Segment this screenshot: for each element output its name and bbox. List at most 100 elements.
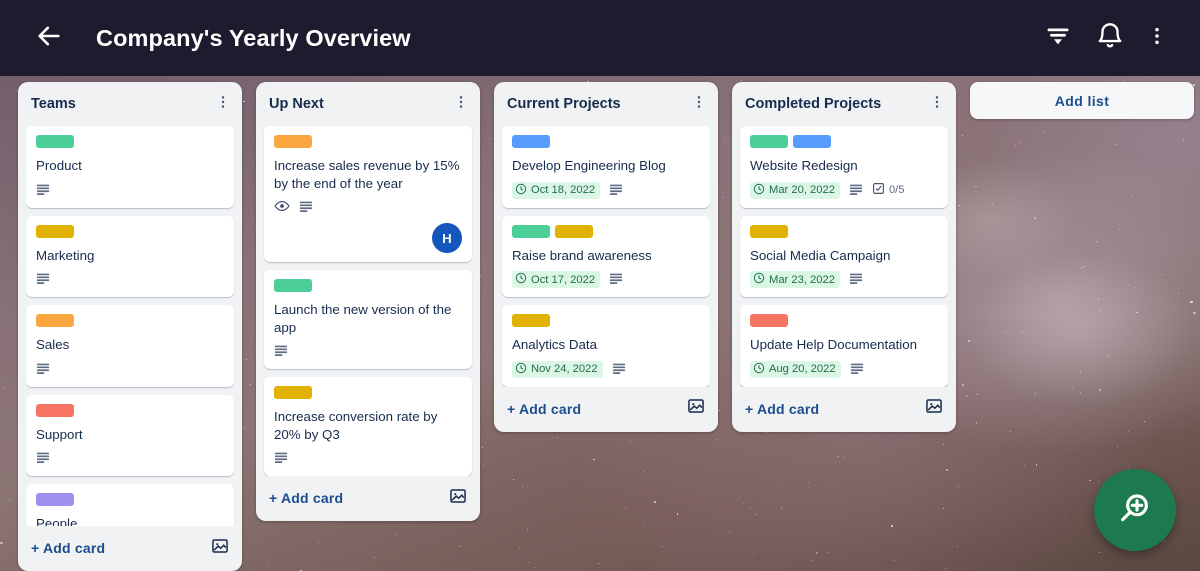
label-chip[interactable]: [36, 403, 74, 417]
card[interactable]: Support: [26, 394, 234, 476]
label-chip[interactable]: [555, 224, 593, 238]
description-icon: [850, 361, 864, 378]
label-chip[interactable]: [512, 135, 550, 148]
list-menu-button[interactable]: [688, 93, 710, 115]
card-badges: Mar 20, 2022 0/5: [750, 181, 938, 199]
card-badges: [36, 182, 224, 199]
label-chip[interactable]: [36, 135, 74, 148]
attach-image-button[interactable]: [924, 399, 944, 419]
list-header: Teams: [18, 82, 242, 126]
description-badge: [609, 271, 623, 288]
description-icon: [274, 450, 288, 467]
description-icon: [609, 271, 623, 288]
list-menu-button[interactable]: [926, 93, 948, 115]
card[interactable]: Analytics Data Nov 24, 2022: [502, 305, 710, 387]
card-labels: [512, 135, 700, 148]
checklist-badge: 0/5: [872, 182, 905, 198]
list-title: Completed Projects: [745, 96, 882, 112]
card-members: H: [274, 223, 462, 253]
card[interactable]: Raise brand awareness Oct 17, 2022: [502, 215, 710, 297]
add-card-row[interactable]: + Add card: [494, 387, 718, 432]
label-chip[interactable]: [36, 314, 74, 327]
description-badge: [274, 343, 288, 360]
bell-icon: [1095, 21, 1125, 56]
due-date-badge: Aug 20, 2022: [750, 360, 841, 378]
add-card-row[interactable]: + Add card: [18, 526, 242, 571]
card[interactable]: Update Help Documentation Aug 20, 2022: [740, 305, 948, 387]
label-chip[interactable]: [750, 314, 788, 327]
card-badges: Oct 18, 2022: [512, 181, 700, 199]
card[interactable]: Increase conversion rate by 20% by Q3: [264, 377, 472, 476]
clock-icon: [753, 272, 765, 287]
card[interactable]: Sales: [26, 305, 234, 387]
due-date-text: Mar 20, 2022: [769, 184, 835, 196]
overflow-menu-button[interactable]: [1136, 12, 1178, 64]
card-badges: [36, 271, 224, 288]
list-menu-button[interactable]: [450, 93, 472, 115]
list-cards: Increase sales revenue by 15% by the end…: [256, 126, 480, 476]
list-cards: Develop Engineering Blog Oct 18, 2022 Rais…: [494, 126, 718, 387]
image-icon: [449, 487, 467, 510]
more-vertical-icon: [453, 94, 469, 115]
filter-button[interactable]: [1032, 12, 1084, 64]
card-labels: [274, 386, 462, 399]
label-chip[interactable]: [274, 386, 312, 399]
attach-image-button[interactable]: [686, 399, 706, 419]
card[interactable]: Social Media Campaign Mar 23, 2022: [740, 215, 948, 297]
card-title: Develop Engineering Blog: [512, 158, 666, 173]
description-icon: [36, 182, 50, 199]
label-chip[interactable]: [512, 224, 550, 238]
add-list-button[interactable]: Add list: [970, 82, 1194, 119]
list-menu-button[interactable]: [212, 93, 234, 115]
attach-image-button[interactable]: [448, 488, 468, 508]
due-date-text: Aug 20, 2022: [769, 363, 836, 375]
add-card-label: + Add card: [507, 400, 582, 417]
card-title: Increase sales revenue by 15% by the end…: [274, 158, 460, 191]
board-list: Completed Projects Website Redesign Mar 20…: [732, 82, 956, 432]
card-badges: [274, 199, 462, 216]
arrow-left-icon: [35, 22, 63, 55]
label-chip[interactable]: [750, 224, 788, 238]
description-badge: [274, 450, 288, 467]
card-title: People: [36, 516, 78, 526]
label-chip[interactable]: [512, 314, 550, 327]
avatar[interactable]: H: [432, 223, 462, 253]
card[interactable]: Product: [26, 126, 234, 208]
attach-image-button[interactable]: [210, 538, 230, 558]
label-chip[interactable]: [274, 135, 312, 148]
card-labels: [36, 403, 224, 417]
card[interactable]: Launch the new version of the app: [264, 270, 472, 369]
notifications-button[interactable]: [1084, 12, 1136, 64]
add-card-row[interactable]: + Add card: [256, 476, 480, 521]
checkbox-icon: [872, 182, 885, 198]
card-title: Update Help Documentation: [750, 337, 918, 352]
zoom-in-fab[interactable]: [1094, 469, 1176, 551]
card[interactable]: Website Redesign Mar 20, 2022 0/5: [740, 126, 948, 208]
card-labels: [750, 224, 938, 238]
description-badge: [36, 182, 50, 199]
card-title: Launch the new version of the app: [274, 302, 452, 335]
card-badges: Oct 17, 2022: [512, 271, 700, 288]
card[interactable]: Develop Engineering Blog Oct 18, 2022: [502, 126, 710, 208]
card-badges: [36, 450, 224, 467]
image-icon: [925, 397, 943, 420]
due-date-badge: Oct 17, 2022: [512, 271, 601, 288]
card[interactable]: Increase sales revenue by 15% by the end…: [264, 126, 472, 262]
card[interactable]: People: [26, 484, 234, 526]
card-badges: Aug 20, 2022: [750, 360, 938, 378]
list-title: Teams: [31, 96, 76, 112]
board-list: Up Next Increase sales revenue by 15% by …: [256, 82, 480, 521]
board-list: Current Projects Develop Engineering Blog…: [494, 82, 718, 432]
add-card-row[interactable]: + Add card: [732, 387, 956, 432]
list-cards: Product Marketing Sales Support People: [18, 126, 242, 526]
label-chip[interactable]: [793, 135, 831, 148]
watch-badge: [274, 199, 290, 216]
label-chip[interactable]: [750, 135, 788, 148]
label-chip[interactable]: [36, 493, 74, 506]
checklist-count: 0/5: [888, 184, 905, 196]
label-chip[interactable]: [36, 224, 74, 238]
back-button[interactable]: [26, 15, 72, 61]
card-labels: [36, 314, 224, 327]
card[interactable]: Marketing: [26, 215, 234, 297]
label-chip[interactable]: [274, 279, 312, 292]
